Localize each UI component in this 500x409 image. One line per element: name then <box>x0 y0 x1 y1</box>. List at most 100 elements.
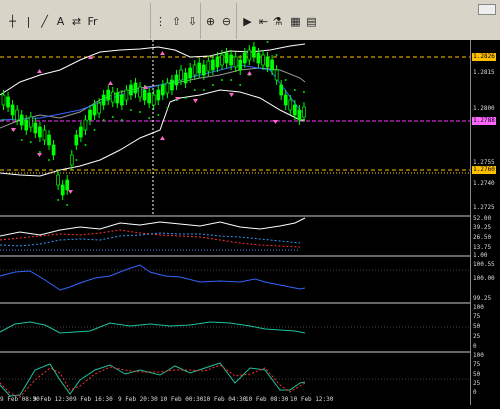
axis-tick: 26.50 <box>473 234 492 241</box>
indicator-line <box>0 264 306 291</box>
zoom-in-icon[interactable]: ⊕ <box>203 14 218 29</box>
axis-tick: 1.2800 <box>473 105 495 112</box>
candle-body <box>283 94 288 106</box>
current-price-label: 1.2788 <box>472 117 496 125</box>
axis-tick: 50 <box>473 323 481 330</box>
candle-body <box>24 119 29 131</box>
candle-body <box>279 84 284 96</box>
candle-body <box>302 106 306 118</box>
candle-body <box>247 49 252 61</box>
axis-tick: 75 <box>473 361 481 368</box>
candle-body <box>65 179 70 191</box>
axis-tick: 39.25 <box>473 224 492 231</box>
candle-body <box>47 134 51 146</box>
sar-dot <box>57 199 60 201</box>
time-label: 9 Feb 12:30 <box>33 396 73 403</box>
chart-area[interactable] <box>0 37 500 405</box>
candle-body <box>38 126 42 138</box>
templates-icon[interactable]: ▤ <box>304 14 319 29</box>
candle-body <box>56 174 60 186</box>
candle-body <box>124 89 129 101</box>
candle-body <box>33 122 38 134</box>
candle-body <box>133 82 138 94</box>
periods-icon[interactable]: ▦ <box>288 14 303 29</box>
toolbar-separator <box>200 3 201 39</box>
time-label: 9 Feb 20:30 <box>118 396 158 403</box>
crosshair-icon[interactable]: ┼ <box>5 14 20 29</box>
axis-tick: 75 <box>473 313 481 320</box>
axis-tick: 100.55 <box>473 261 495 268</box>
autoscroll-icon[interactable]: ▶ <box>240 14 255 29</box>
zoom-out-icon[interactable]: ⊖ <box>219 14 234 29</box>
time-label: 10 Feb 08:30 <box>245 396 289 403</box>
candle-body <box>28 116 33 128</box>
candle-body <box>120 94 124 106</box>
candle-body <box>6 96 10 108</box>
sar-dot <box>129 109 132 111</box>
sar-dot <box>221 79 224 81</box>
candle-body <box>265 56 270 68</box>
candle-body <box>110 91 115 103</box>
candle-body <box>10 104 15 116</box>
chart-up-icon[interactable]: ⇧ <box>169 14 184 29</box>
candle-body <box>165 82 170 94</box>
candle-body <box>183 72 188 84</box>
chart-shift-icon[interactable]: ⇤ <box>256 14 271 29</box>
stoch-signal-line <box>0 364 306 398</box>
sar-dot <box>38 151 41 153</box>
fibonacci-icon[interactable]: Fr <box>85 14 100 29</box>
pane-separator[interactable] <box>0 351 470 353</box>
candle-body <box>19 114 24 126</box>
axis-tick: 25 <box>473 380 481 387</box>
candle-body <box>15 109 20 121</box>
arrows-icon[interactable]: ⇄ <box>69 14 84 29</box>
vertical-line-icon[interactable]: | <box>21 14 36 29</box>
sar-dot <box>184 97 187 99</box>
candle-body <box>292 104 297 116</box>
candle-body <box>192 64 197 76</box>
candle-body <box>179 69 183 81</box>
candle-body <box>151 94 156 106</box>
sar-dot <box>266 41 269 43</box>
period-separators-icon[interactable]: ⋮ <box>153 14 168 29</box>
candle-body <box>211 59 215 71</box>
sar-dot <box>75 159 78 161</box>
trendline-icon[interactable]: ╱ <box>37 14 52 29</box>
pane-separator[interactable] <box>0 302 470 304</box>
axis-tick: 1.00 <box>473 252 488 259</box>
price-chart[interactable] <box>0 37 470 405</box>
sar-dot <box>148 117 151 119</box>
candle-body <box>201 64 206 76</box>
candle-body <box>160 84 165 96</box>
chart-down-icon[interactable]: ⇩ <box>185 14 200 29</box>
candle-body <box>224 52 229 64</box>
sar-dot <box>166 107 169 109</box>
candle-body <box>74 134 79 146</box>
toolbar-separator <box>236 3 237 39</box>
candle-body <box>261 54 265 66</box>
sar-dot <box>302 91 305 93</box>
candle-body <box>1 94 6 106</box>
axis-tick: 0 <box>473 343 477 350</box>
candle-body <box>215 56 220 68</box>
sar-dot <box>2 119 5 121</box>
axis-tick: 50 <box>473 371 481 378</box>
candle-body <box>170 79 174 91</box>
candle-body <box>174 74 179 86</box>
sar-dot <box>275 54 278 56</box>
candle-body <box>92 104 97 116</box>
candle-body <box>156 89 161 101</box>
candle-body <box>88 109 92 121</box>
pane-separator[interactable] <box>0 255 470 257</box>
pane-separator[interactable] <box>0 215 470 217</box>
window-restore-icon[interactable] <box>478 4 496 15</box>
toolbar: ┼ | ╱ A ⇄ Fr ⋮ ⇧ ⇩ ⊕ ⊖ ▶ ⇤ ⚗ ▦ ▤ <box>0 0 500 40</box>
sar-dot <box>93 129 96 131</box>
candle-body <box>138 86 142 98</box>
sar-dot <box>230 79 233 81</box>
price-axis[interactable] <box>470 40 500 405</box>
text-icon[interactable]: A <box>53 14 68 29</box>
sar-dot <box>157 114 160 116</box>
indicators-icon[interactable]: ⚗ <box>270 14 285 29</box>
sar-dot <box>66 204 69 206</box>
